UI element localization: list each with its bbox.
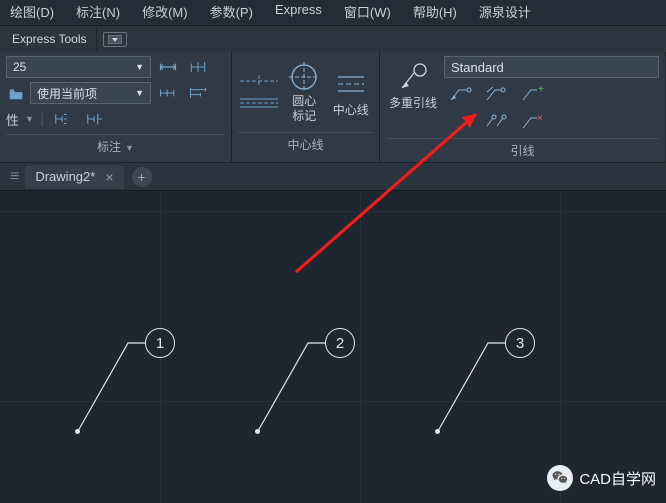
aligned-dim-button[interactable] (185, 56, 211, 78)
panel-leader-title: 引线 (386, 138, 659, 160)
dim-usecurrent-value: 使用当前项 (37, 85, 97, 102)
filetab-active[interactable]: Drawing2* × (25, 165, 123, 189)
centerline-mini-1-icon[interactable] (238, 73, 280, 89)
centerline-button[interactable]: 中心线 (329, 63, 374, 122)
watermark: CAD自学网 (547, 465, 656, 491)
panel-dimension: 25 ▼ 使用当前项 ▼ (0, 52, 232, 162)
centermark-button[interactable]: 圆心 标记 (282, 56, 327, 128)
menu-window[interactable]: 窗口(W) (344, 2, 391, 21)
leader-endpoint-dot (75, 429, 80, 434)
menu-params[interactable]: 参数(P) (210, 2, 253, 21)
leader-new-button[interactable]: + (516, 82, 548, 106)
drawing-canvas[interactable]: 1 2 3 CAD自学网 (0, 191, 666, 503)
balloon-3[interactable]: 3 (505, 328, 535, 358)
property-label: 性 (6, 110, 19, 129)
leader-remove-button[interactable]: × (516, 110, 548, 134)
panel-leader: 多重引线 Standard + × 引线 (380, 52, 666, 162)
leader-endpoint-dot (255, 429, 260, 434)
filetab-label: Drawing2* (35, 169, 95, 184)
quick-dim-button[interactable] (50, 108, 76, 130)
dimstyle-combo[interactable]: 25 ▼ (6, 56, 151, 78)
filetabs: ≡ Drawing2* × + (0, 163, 666, 191)
dimstyle-value: 25 (13, 60, 26, 74)
panel-centerline: 圆心 标记 中心线 中心线 (232, 52, 380, 162)
leader-endpoint-dot (435, 429, 440, 434)
watermark-text: CAD自学网 (579, 468, 656, 489)
multileader-button[interactable]: 多重引线 (386, 56, 440, 134)
svg-text:×: × (537, 113, 543, 124)
ribbon-tab-expresstools[interactable]: Express Tools (2, 28, 97, 50)
chevron-down-icon: ▼ (25, 114, 34, 124)
multileader-label: 多重引线 (389, 94, 437, 111)
new-tab-button[interactable]: + (132, 167, 152, 187)
centerline-icon (334, 67, 368, 101)
continue-dim-button[interactable] (155, 82, 181, 104)
leader-align-button[interactable] (480, 110, 512, 134)
menu-draw[interactable]: 绘图(D) (10, 2, 54, 21)
baseline-dim-button[interactable] (185, 82, 211, 104)
centermark-icon (287, 60, 321, 94)
leader-style-value: Standard (451, 60, 504, 75)
wechat-icon (547, 465, 573, 491)
expand-icon: ▼ (125, 143, 134, 153)
linear-dim-button[interactable] (155, 56, 181, 78)
leader-add-button[interactable] (444, 82, 476, 106)
menu-annotate[interactable]: 标注(N) (76, 2, 120, 21)
menu-help[interactable]: 帮助(H) (413, 2, 457, 21)
centerline-mini-2-icon[interactable] (238, 95, 280, 111)
dim-layer-icon[interactable] (6, 82, 26, 104)
centermark-label: 圆心 标记 (292, 94, 316, 124)
menu-express[interactable]: Express (275, 2, 322, 21)
filetabs-menu-icon[interactable]: ≡ (4, 168, 25, 186)
ribbon-tabstrip: Express Tools (0, 26, 666, 52)
panel-centerline-title: 中心线 (238, 132, 373, 154)
ribbon: 25 ▼ 使用当前项 ▼ (0, 52, 666, 163)
leader-style-combo[interactable]: Standard (444, 56, 659, 78)
multileader-icon (396, 60, 430, 94)
close-icon[interactable]: × (105, 169, 113, 185)
balloon-1[interactable]: 1 (145, 328, 175, 358)
svg-text:+: + (538, 84, 544, 95)
leader-collect-button[interactable] (480, 82, 512, 106)
menu-modify[interactable]: 修改(M) (142, 2, 188, 21)
chevron-down-icon: ▼ (135, 88, 144, 98)
chevron-down-icon: ▼ (135, 62, 144, 72)
panel-dimension-title: 标注▼ (6, 134, 225, 156)
ribbon-overflow-icon[interactable] (103, 32, 127, 47)
menubar: 绘图(D) 标注(N) 修改(M) 参数(P) Express 窗口(W) 帮助… (0, 0, 666, 26)
menu-yuanquan[interactable]: 源泉设计 (479, 2, 531, 21)
balloon-2[interactable]: 2 (325, 328, 355, 358)
dim-usecurrent-combo[interactable]: 使用当前项 ▼ (30, 82, 151, 104)
centerline-label: 中心线 (333, 101, 369, 118)
ordinate-dim-button[interactable] (82, 108, 108, 130)
